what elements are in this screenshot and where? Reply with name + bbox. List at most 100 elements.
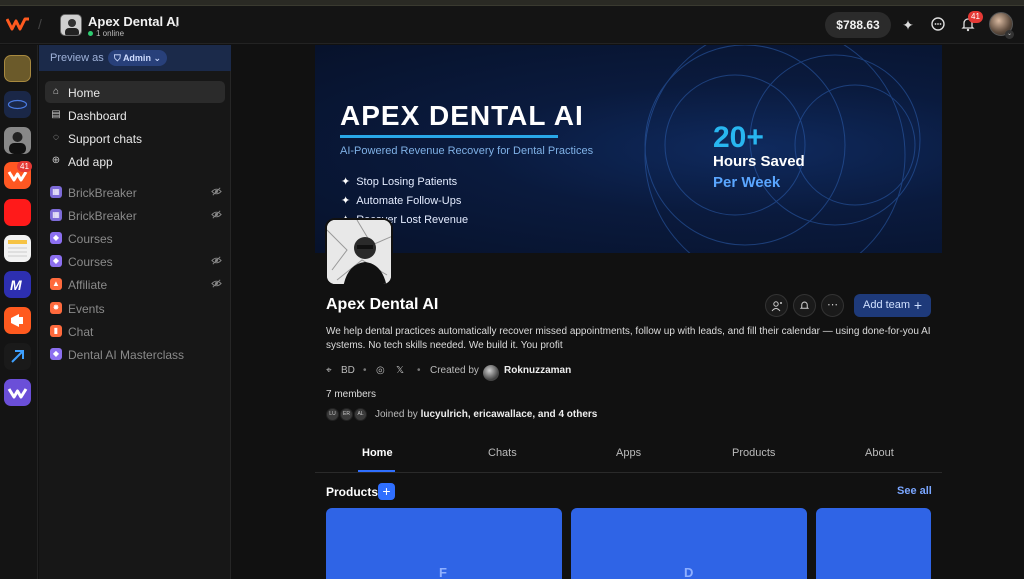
chart-icon: ▤: [51, 109, 61, 120]
creator-avatar[interactable]: [483, 365, 499, 381]
x-twitter-icon[interactable]: 𝕏: [396, 365, 404, 376]
eye-off-icon[interactable]: [211, 278, 222, 292]
sidebar-item-dental-ai-masterclass[interactable]: ◆ Dental AI Masterclass: [45, 343, 225, 365]
member-count[interactable]: 7 members: [326, 389, 376, 400]
rail-app-whop-purple[interactable]: [4, 379, 31, 406]
workspace-name[interactable]: Apex Dental AI: [88, 14, 179, 29]
chat-bubble-icon[interactable]: [929, 16, 947, 34]
banner-bullet-text: Stop Losing Patients: [356, 176, 458, 188]
online-dot-icon: [88, 31, 93, 37]
member-avatar: AL: [354, 408, 367, 421]
sidebar-item-brickbreaker[interactable]: ▦ BrickBreaker: [45, 181, 225, 203]
eye-off-icon[interactable]: [211, 209, 222, 223]
rail-app-lisu-vault[interactable]: [4, 55, 31, 82]
rail-app-spreadsheet[interactable]: [4, 235, 31, 262]
page-title: Apex Dental AI: [326, 296, 439, 313]
banner-line-1: Hours Saved: [713, 153, 805, 170]
sidebar-item-label: Home: [68, 86, 101, 100]
sidebar-item-label: Dental AI Masterclass: [68, 348, 185, 362]
rail-notification-badge: 41: [17, 161, 32, 172]
workspace-avatar[interactable]: [60, 14, 82, 36]
product-card[interactable]: [816, 508, 931, 579]
shield-icon: ⛉: [114, 53, 121, 63]
workspace-chevron-down-icon[interactable]: ⌄: [172, 17, 181, 30]
add-team-label: Add team: [863, 299, 911, 311]
rail-app-blue-brand[interactable]: [4, 91, 31, 118]
tab-about[interactable]: About: [865, 447, 894, 459]
sidebar-item-label: Courses: [68, 232, 113, 246]
sidebar-item-brickbreaker[interactable]: ▦ BrickBreaker: [45, 204, 225, 226]
calendar-icon: ✸: [50, 302, 62, 314]
meta-separator: •: [363, 365, 367, 376]
sidebar-item-affiliate[interactable]: ▲ Affiliate: [45, 273, 225, 295]
profile-photo[interactable]: [325, 218, 393, 286]
sidebar-item-label: BrickBreaker: [68, 209, 137, 223]
sidebar-item-courses[interactable]: ◆ Courses: [45, 250, 225, 272]
sidebar-item-add-app[interactable]: ⊕ Add app: [45, 150, 225, 172]
product-card[interactable]: F: [326, 508, 562, 579]
chevron-down-icon: ⌄: [153, 53, 161, 63]
graduation-cap-icon: ◆: [50, 348, 62, 360]
sidebar-item-label: Dashboard: [68, 109, 127, 123]
product-card-letter: D: [684, 565, 694, 579]
plus-circle-icon: ⊕: [51, 155, 61, 166]
sidebar-item-events[interactable]: ✸ Events: [45, 297, 225, 319]
preview-as-label: Preview as: [50, 52, 104, 64]
sidebar-item-home[interactable]: ⌂ Home: [45, 81, 225, 103]
product-card[interactable]: D: [571, 508, 807, 579]
notification-badge: 41: [968, 11, 983, 23]
eye-off-icon[interactable]: [211, 186, 222, 200]
balance-button[interactable]: $788.63: [825, 12, 891, 38]
chat-icon: ▮: [50, 325, 62, 337]
sparkle-icon[interactable]: ✦: [899, 16, 917, 34]
joined-suffix: and 4 others: [537, 409, 598, 420]
meta-separator: •: [417, 365, 421, 376]
see-all-link[interactable]: See all: [897, 485, 932, 497]
tab-chats[interactable]: Chats: [488, 447, 517, 459]
rail-app-profile[interactable]: [4, 127, 31, 154]
banner-bullet-text: Automate Follow-Ups: [356, 195, 462, 207]
joined-by-text: Joined by lucyulrich, ericawallace, and …: [375, 409, 597, 420]
tab-home[interactable]: Home: [362, 447, 393, 459]
banner-big-number: 20+: [713, 121, 764, 154]
banner-subtitle: AI-Powered Revenue Recovery for Dental P…: [340, 145, 594, 157]
rail-app-youtube[interactable]: [4, 199, 31, 226]
instagram-icon[interactable]: ◎: [376, 365, 385, 376]
joined-names: lucyulrich, ericawallace,: [420, 409, 536, 420]
product-card-letter: F: [439, 565, 447, 579]
banner-title-underline: [340, 135, 558, 138]
rail-app-m-brand[interactable]: M: [4, 271, 31, 298]
member-avatar: LU: [326, 408, 339, 421]
svg-text:M: M: [10, 277, 22, 293]
whop-logo-icon[interactable]: [6, 15, 30, 33]
sidebar-item-label: Chat: [68, 325, 94, 339]
more-options-icon[interactable]: ⋯: [821, 294, 844, 317]
sidebar-item-dashboard[interactable]: ▤ Dashboard: [45, 104, 225, 126]
user-menu-chevron-icon[interactable]: ⌄: [1005, 30, 1014, 39]
main-content: APEX DENTAL AI AI-Powered Revenue Recove…: [232, 45, 1024, 579]
location-pin-icon: ⌖: [326, 365, 332, 376]
products-heading: Products: [326, 485, 379, 499]
add-product-button[interactable]: +: [378, 483, 395, 500]
sidebar-item-courses[interactable]: ◆ Courses: [45, 227, 225, 249]
cover-banner: APEX DENTAL AI AI-Powered Revenue Recove…: [315, 45, 942, 253]
rail-app-arrow[interactable]: [4, 343, 31, 370]
role-label: Admin: [122, 53, 151, 63]
invite-user-button[interactable]: [765, 294, 788, 317]
banner-bullet: ✦ Automate Follow-Ups: [341, 194, 461, 207]
bell-icon[interactable]: [793, 294, 816, 317]
tab-apps[interactable]: Apps: [616, 447, 641, 459]
creator-name[interactable]: Roknuzzaman: [504, 365, 571, 376]
joined-by-row[interactable]: LU ER AL Joined by lucyulrich, ericawall…: [326, 408, 626, 422]
member-avatar: ER: [340, 408, 353, 421]
sidebar-item-chat[interactable]: ▮ Chat: [45, 320, 225, 342]
eye-off-icon[interactable]: [211, 255, 222, 269]
plus-icon: +: [913, 297, 922, 313]
graduation-cap-icon: ◆: [50, 232, 62, 244]
role-selector[interactable]: ⛉ Admin ⌄: [108, 50, 167, 66]
location-text: BD: [341, 365, 355, 376]
sidebar-item-support-chats[interactable]: ◌ Support chats: [45, 127, 225, 149]
rail-app-megaphone[interactable]: [4, 307, 31, 334]
tab-products[interactable]: Products: [732, 447, 775, 459]
add-team-button[interactable]: Add team +: [854, 294, 931, 317]
